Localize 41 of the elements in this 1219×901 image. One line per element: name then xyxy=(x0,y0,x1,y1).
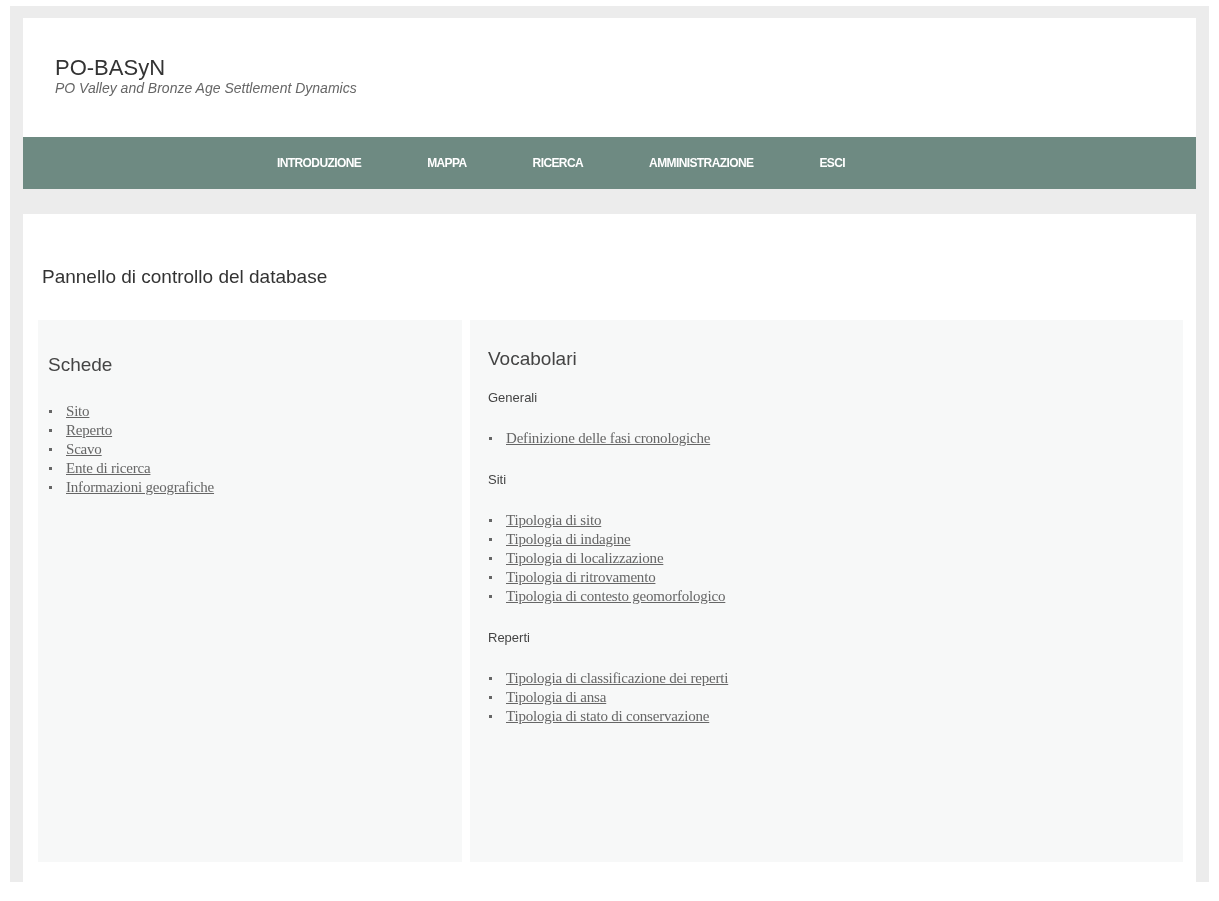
panel-heading: Schede xyxy=(48,354,114,376)
link[interactable]: Ente di ricerca xyxy=(66,460,151,477)
bullet-icon xyxy=(489,677,492,680)
group-title: Siti xyxy=(488,472,508,487)
link[interactable]: Tipologia di classificazione dei reperti xyxy=(506,670,729,687)
nav-link[interactable]: INTRODUZIONE xyxy=(273,150,366,176)
nav-link[interactable]: AMMINISTRAZIONE xyxy=(645,150,758,176)
site-title[interactable]: PO-BASyN xyxy=(55,56,1196,80)
group-title: Reperti xyxy=(488,630,531,645)
bullet-icon xyxy=(489,557,492,560)
bullet-icon xyxy=(489,696,492,699)
link[interactable]: Tipologia di indagine xyxy=(506,531,631,548)
bullet-icon xyxy=(489,437,492,440)
link[interactable]: Tipologia di stato di conservazione xyxy=(506,708,710,725)
bullet-icon xyxy=(489,538,492,541)
bullet-icon xyxy=(489,595,492,598)
nav-link[interactable]: MAPPA xyxy=(423,150,471,176)
link[interactable]: Definizione delle fasi cronologiche xyxy=(506,430,711,447)
nav-link[interactable]: RICERCA xyxy=(528,150,588,176)
link[interactable]: Tipologia di contesto geomorfologico xyxy=(506,588,726,605)
link[interactable]: Scavo xyxy=(66,441,102,458)
bullet-icon xyxy=(49,410,52,413)
bullet-icon xyxy=(489,715,492,718)
bullet-icon xyxy=(49,429,52,432)
link[interactable]: Tipologia di sito xyxy=(506,512,602,529)
link[interactable]: Informazioni geografiche xyxy=(66,479,215,496)
link[interactable]: Sito xyxy=(66,403,90,420)
bullet-icon xyxy=(49,448,52,451)
link[interactable]: Reperto xyxy=(66,422,113,439)
bullet-icon xyxy=(49,486,52,489)
bullet-icon xyxy=(49,467,52,470)
link[interactable]: Tipologia di ritrovamento xyxy=(506,569,656,586)
bullet-icon xyxy=(489,519,492,522)
nav-link[interactable]: ESCI xyxy=(815,150,849,176)
panel-heading: Vocabolari xyxy=(488,348,578,370)
bullet-icon xyxy=(489,576,492,579)
link[interactable]: Tipologia di ansa xyxy=(506,689,607,706)
site-subtitle: PO Valley and Bronze Age Settlement Dynamics xyxy=(55,80,358,96)
group-title: Generali xyxy=(488,390,539,405)
link[interactable]: Tipologia di localizzazione xyxy=(506,550,664,567)
page-title: Pannello di controllo del database xyxy=(42,266,329,289)
